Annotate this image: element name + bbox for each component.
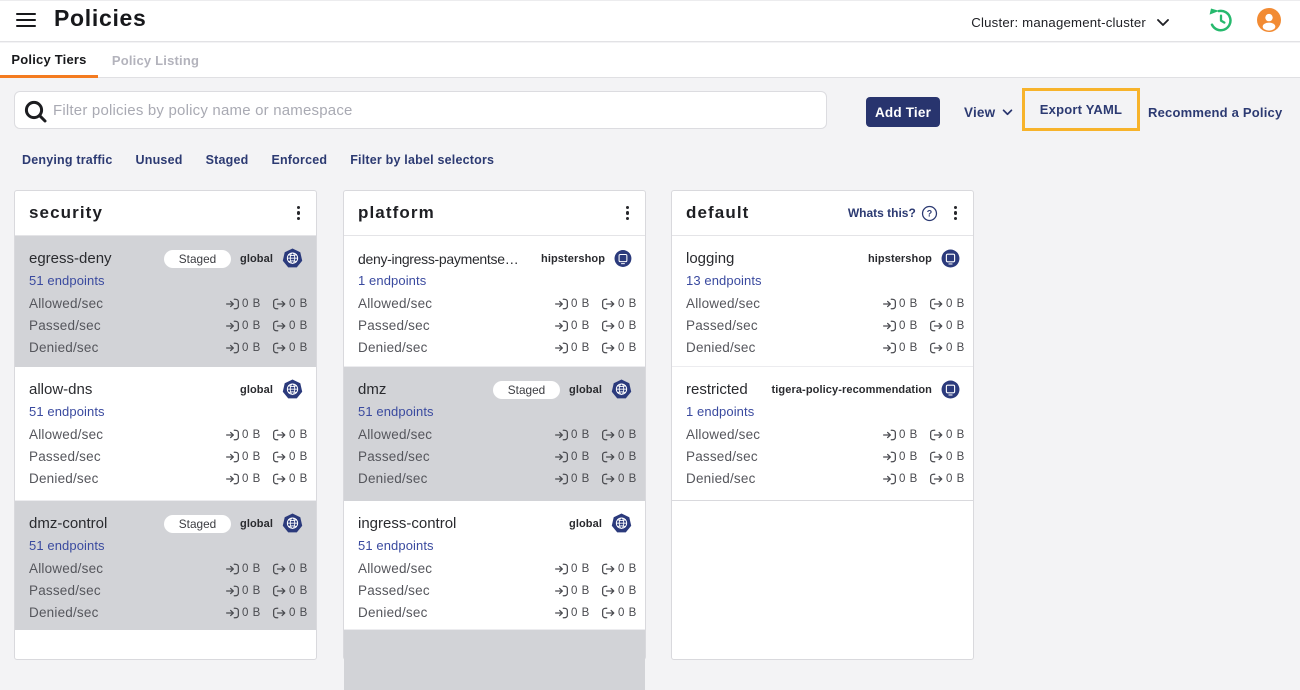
svg-text:?: ?	[927, 208, 932, 218]
